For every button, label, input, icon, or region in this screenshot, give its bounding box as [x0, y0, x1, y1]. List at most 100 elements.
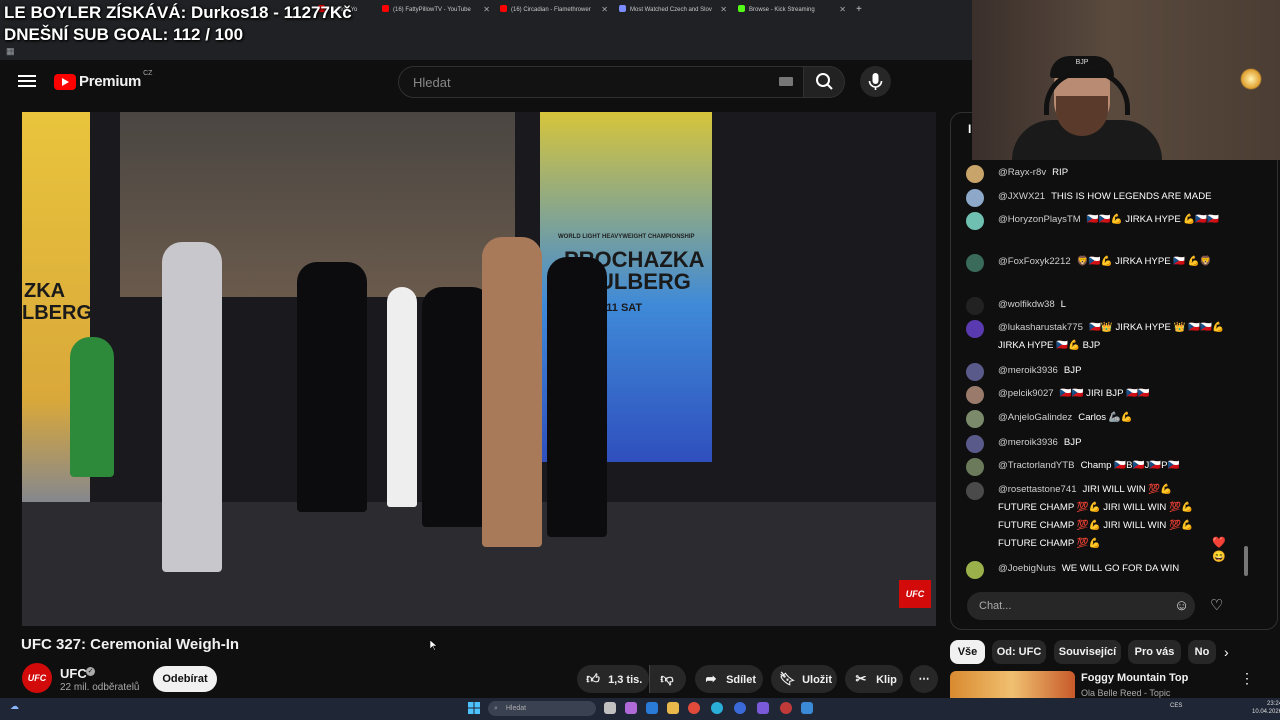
windows-logo-icon — [468, 702, 480, 714]
channel-avatar[interactable]: UFC — [22, 663, 52, 693]
recommendation-channel[interactable]: Ola Belle Reed - Topic — [1081, 688, 1170, 698]
app-icon[interactable] — [734, 702, 746, 714]
apps-grid-icon[interactable]: ▦ — [6, 46, 15, 57]
user-avatar[interactable] — [966, 212, 984, 230]
voice-search-button[interactable] — [860, 66, 891, 97]
user-avatar[interactable] — [966, 410, 984, 428]
video-title: UFC 327: Ceremonial Weigh-In — [21, 636, 240, 653]
lamp — [1240, 68, 1262, 90]
close-icon[interactable]: ✕ — [483, 2, 490, 18]
person-figure — [70, 337, 114, 477]
search-button[interactable] — [803, 66, 845, 98]
browser-tab[interactable]: (16) Circadian - Flamethrower ✕ — [500, 2, 608, 18]
keyboard-icon[interactable] — [779, 77, 793, 86]
chat-text: 🇨🇿🇨🇿 JIRI BJP 🇨🇿🇨🇿 — [1059, 388, 1150, 399]
subscribe-button[interactable]: Odebírat — [153, 666, 217, 692]
user-avatar[interactable] — [966, 363, 984, 381]
more-options-icon[interactable]: ⋮ — [1240, 670, 1254, 687]
chat-text: L — [1060, 299, 1067, 310]
fighter-figure — [482, 237, 542, 547]
chip-from-ufc[interactable]: Od: UFC — [992, 640, 1046, 664]
close-icon[interactable]: ✕ — [601, 2, 608, 18]
search-input[interactable] — [411, 74, 755, 91]
chat-username[interactable]: @rosettastone741 — [998, 484, 1077, 495]
subscriber-count: 22 mil. odběratelů — [60, 682, 140, 693]
menu-button[interactable] — [18, 72, 36, 90]
taskbar-search[interactable]: ⌕ Hledat — [488, 701, 596, 716]
close-icon[interactable]: ✕ — [720, 2, 727, 18]
scissors-icon: ✂ — [855, 671, 867, 686]
chat-scrollbar[interactable] — [1244, 546, 1248, 576]
browser-tab[interactable]: Browse - Kick Streaming ✕ — [738, 2, 846, 18]
chevron-right-icon[interactable]: › — [1224, 644, 1229, 660]
new-tab-button[interactable]: + — [856, 2, 866, 18]
copilot-icon[interactable] — [625, 702, 637, 714]
browser-tab[interactable]: Most Watched Czech and Slov ✕ — [619, 2, 727, 18]
tab-favicon-icon — [619, 5, 626, 12]
user-avatar[interactable] — [966, 561, 984, 579]
recommendation-title[interactable]: Foggy Mountain Top — [1081, 672, 1188, 684]
youtube-premium-logo[interactable]: Premium CZ — [54, 70, 153, 90]
save-button[interactable]: 🔖︎ Uložit — [771, 665, 837, 693]
task-view-icon[interactable] — [604, 702, 616, 714]
chip-partial[interactable]: No — [1188, 640, 1216, 664]
user-avatar[interactable] — [966, 435, 984, 453]
fighter-figure — [162, 242, 222, 572]
channel-name[interactable]: UFC — [60, 666, 87, 681]
chat-username[interactable]: @meroik3936 — [998, 437, 1058, 448]
search-icon: ⌕ — [494, 705, 498, 712]
user-avatar[interactable] — [966, 297, 984, 315]
chat-text: THIS IS HOW LEGENDS ARE MADE — [1051, 191, 1212, 202]
browser-tab[interactable]: (16) FattyPillowTV - YouTube ✕ — [382, 2, 490, 18]
chip-related[interactable]: Související — [1054, 640, 1121, 664]
discord-icon[interactable] — [757, 702, 769, 714]
thumbs-down-icon: 👎︎ — [660, 671, 674, 686]
video-player[interactable]: ZKA LBERG WORLD LIGHT HEAVYWEIGHT CHAMPI… — [22, 112, 936, 626]
close-icon[interactable]: ✕ — [839, 2, 846, 18]
chrome-icon[interactable] — [688, 702, 700, 714]
user-avatar[interactable] — [966, 189, 984, 207]
chip-all[interactable]: Vše — [950, 640, 985, 664]
verified-icon: ✓ — [86, 667, 95, 676]
reaction-button[interactable]: ♡ — [1210, 596, 1223, 614]
chat-username[interactable]: @JoebigNuts — [998, 563, 1056, 574]
smiley-icon: ☺ — [1174, 597, 1190, 614]
user-avatar[interactable] — [966, 386, 984, 404]
chat-username[interactable]: @AnjeloGalindez — [998, 412, 1072, 423]
user-avatar[interactable] — [966, 482, 984, 500]
search-icon — [816, 73, 833, 90]
edge-icon[interactable] — [711, 702, 723, 714]
user-avatar[interactable] — [966, 458, 984, 476]
windows-taskbar — [0, 698, 1280, 720]
chat-header: I — [968, 122, 972, 136]
chat-username[interactable]: @wolfikdw38 — [998, 299, 1055, 310]
steam-icon[interactable] — [801, 702, 813, 714]
chat-username[interactable]: @Rayx-r8v — [998, 167, 1046, 178]
chip-for-you[interactable]: Pro vás — [1128, 640, 1181, 664]
chat-username[interactable]: @JXWX21 — [998, 191, 1045, 202]
more-actions-button[interactable]: ⋯ — [910, 665, 938, 693]
chat-username[interactable]: @pelcik9027 — [998, 388, 1054, 399]
language-indicator[interactable]: CES — [1170, 703, 1182, 709]
country-code: CZ — [143, 70, 153, 77]
user-avatar[interactable] — [966, 165, 984, 183]
chat-username[interactable]: @TractorlandYTB — [998, 460, 1075, 471]
user-avatar[interactable] — [966, 320, 984, 338]
system-clock[interactable]: 23:24 10.04.2026 — [1252, 700, 1280, 716]
share-button[interactable]: ➦ Sdílet — [695, 665, 763, 693]
clip-button[interactable]: ✂ Klip — [845, 665, 903, 693]
chat-input[interactable] — [977, 599, 1171, 613]
dislike-button[interactable]: 👎︎ — [649, 665, 686, 693]
windows-start-button[interactable] — [468, 701, 480, 714]
like-button[interactable]: 👍︎ 1,3 tis. — [577, 665, 649, 693]
app-icon[interactable] — [780, 702, 792, 714]
chat-username[interactable]: @meroik3936 — [998, 365, 1058, 376]
app-icon[interactable] — [646, 702, 658, 714]
user-avatar[interactable] — [966, 254, 984, 272]
chat-username[interactable]: @lukasharustak775 — [998, 322, 1083, 333]
emoji-button[interactable]: ☺ — [1174, 597, 1189, 614]
chat-username[interactable]: @FoxFoxyk2212 — [998, 256, 1071, 267]
weather-icon[interactable]: ☁ — [10, 701, 19, 712]
chat-username[interactable]: @HoryzonPlaysTM — [998, 214, 1081, 225]
file-explorer-icon[interactable] — [667, 702, 679, 714]
